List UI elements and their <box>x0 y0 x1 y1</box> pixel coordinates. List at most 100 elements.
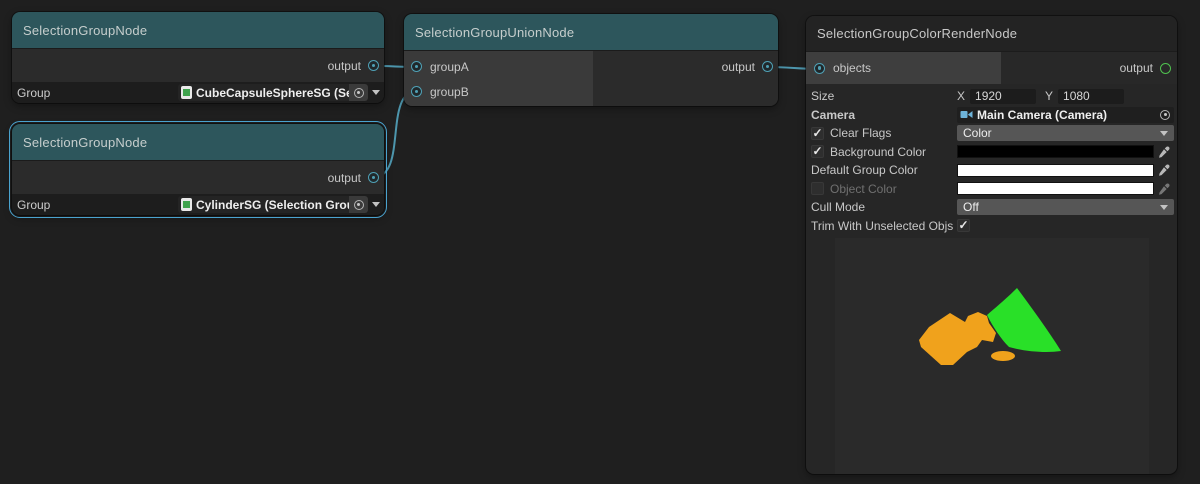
object-color-checkbox[interactable] <box>811 182 824 195</box>
output-port-row: output <box>1001 52 1177 84</box>
chevron-down-icon[interactable] <box>372 90 380 95</box>
preview-orange-blob <box>919 312 996 365</box>
clear-flags-checkbox[interactable]: ✓ <box>811 127 824 140</box>
node-selection-group-1[interactable]: SelectionGroupNode output Group CubeCaps… <box>12 12 384 103</box>
label-text: Object Color <box>830 182 897 196</box>
node-title: SelectionGroupUnionNode <box>415 25 574 40</box>
node-title: SelectionGroupNode <box>23 23 147 38</box>
cull-mode-control: Off <box>957 199 1174 215</box>
node-selection-group-union[interactable]: SelectionGroupUnionNode groupA groupB ou… <box>404 14 778 106</box>
node-header[interactable]: SelectionGroupUnionNode <box>404 14 778 51</box>
default-group-color-control <box>957 164 1174 177</box>
background-color-checkbox[interactable]: ✓ <box>811 145 824 158</box>
port-dot-icon <box>415 65 419 69</box>
node-selection-group-color-render[interactable]: SelectionGroupColorRenderNode objects ou… <box>806 16 1177 474</box>
chevron-down-icon[interactable] <box>372 202 380 207</box>
chevron-down-icon <box>1160 131 1168 136</box>
output-port-label: output <box>328 171 361 185</box>
trim-checkbox[interactable]: ✓ <box>957 219 970 232</box>
label-text: Camera <box>811 108 855 122</box>
object-picker-icon <box>354 200 364 210</box>
camera-control: Main Camera (Camera) <box>957 107 1174 123</box>
output-port-row: output <box>593 54 778 79</box>
node-title: SelectionGroupNode <box>23 135 147 150</box>
object-picker-icon <box>354 88 364 98</box>
groupA-input-port[interactable] <box>411 61 422 72</box>
groupB-port-row: groupB <box>404 79 593 104</box>
node-graph-canvas[interactable]: SelectionGroupNode output Group CubeCaps… <box>0 0 1200 484</box>
node-header[interactable]: SelectionGroupNode <box>12 12 384 49</box>
object-picker-icon[interactable] <box>1160 110 1170 120</box>
port-dot-icon <box>415 90 419 94</box>
object-color-label: Object Color <box>810 182 957 196</box>
size-x-input[interactable] <box>970 89 1036 104</box>
group-object-name: CubeCapsuleSphereSG (Sele <box>196 86 349 100</box>
trim-row: Trim With Unselected Objs ✓ <box>810 217 1174 236</box>
default-group-color-row: Default Group Color <box>810 161 1174 180</box>
output-port[interactable] <box>762 61 773 72</box>
node-header[interactable]: SelectionGroupNode <box>12 124 384 161</box>
selection-group-asset-icon <box>181 198 192 211</box>
objects-input-port[interactable] <box>814 63 825 74</box>
object-color-swatch[interactable] <box>957 182 1154 195</box>
ports-row: objects output <box>806 52 1177 84</box>
groupA-port-row: groupA <box>404 54 593 79</box>
background-color-swatch[interactable] <box>957 145 1154 158</box>
camera-row: Camera Main Camera (Camera) <box>810 106 1174 125</box>
union-node-body: groupA groupB output <box>404 51 778 106</box>
clear-flags-control: Color <box>957 125 1174 141</box>
groupB-input-port[interactable] <box>411 86 422 97</box>
clear-flags-dropdown[interactable]: Color <box>957 125 1174 141</box>
group-field-label: Group <box>17 86 50 100</box>
clear-flags-label: ✓ Clear Flags <box>810 126 957 140</box>
output-port[interactable] <box>368 60 379 71</box>
objects-port-band: objects <box>806 52 1001 84</box>
preview-green-cone <box>987 288 1061 352</box>
object-picker-button[interactable] <box>349 196 368 213</box>
node-selection-group-2[interactable]: SelectionGroupNode output Group Cylinder… <box>12 124 384 215</box>
eyedropper-icon[interactable] <box>1154 164 1174 176</box>
eyedropper-icon <box>1154 183 1174 195</box>
background-color-label: ✓ Background Color <box>810 145 957 159</box>
cull-mode-dropdown[interactable]: Off <box>957 199 1174 215</box>
port-dot-icon <box>372 64 376 68</box>
output-port-label: output <box>328 59 361 73</box>
chevron-down-icon <box>1160 205 1168 210</box>
camera-label: Camera <box>810 108 957 122</box>
default-group-color-label: Default Group Color <box>810 163 957 177</box>
trim-control: ✓ <box>957 219 1174 232</box>
objects-port-label: objects <box>833 61 871 75</box>
output-port[interactable] <box>368 172 379 183</box>
eyedropper-icon[interactable] <box>1154 146 1174 158</box>
size-y-label: Y <box>1045 89 1053 103</box>
object-picker-button[interactable] <box>349 84 368 101</box>
selection-group-asset-icon <box>181 86 192 99</box>
camera-object-field[interactable]: Main Camera (Camera) <box>957 107 1174 123</box>
object-color-row: Object Color <box>810 180 1174 199</box>
port-dot-icon <box>766 65 770 69</box>
group-field-row: Group CylinderSG (Selection Group <box>12 194 384 215</box>
checkmark-icon: ✓ <box>958 220 968 231</box>
node-title: SelectionGroupColorRenderNode <box>817 26 1017 41</box>
output-port-row: output <box>12 49 384 82</box>
input-ports-panel: groupA groupB <box>404 51 593 106</box>
size-y-input[interactable] <box>1058 89 1124 104</box>
clear-flags-row: ✓ Clear Flags Color <box>810 124 1174 143</box>
checkmark-icon: ✓ <box>812 128 822 139</box>
group-object-field[interactable]: CubeCapsuleSphereSG (Sele <box>178 84 368 101</box>
group-field-row: Group CubeCapsuleSphereSG (Sele <box>12 82 384 103</box>
group-object-name: CylinderSG (Selection Group <box>196 198 349 212</box>
group-object-field[interactable]: CylinderSG (Selection Group <box>178 196 368 213</box>
object-color-control <box>957 182 1174 195</box>
node-header[interactable]: SelectionGroupColorRenderNode <box>806 16 1177 52</box>
groupA-port-label: groupA <box>430 60 469 74</box>
checkmark-icon: ✓ <box>812 146 822 157</box>
label-text: Cull Mode <box>811 200 865 214</box>
default-group-color-swatch[interactable] <box>957 164 1154 177</box>
port-dot-icon <box>372 176 376 180</box>
render-preview <box>835 238 1149 474</box>
label-text: Background Color <box>830 145 926 159</box>
output-port-row: output <box>12 161 384 194</box>
output-port[interactable] <box>1160 63 1171 74</box>
size-row: Size X Y <box>810 87 1174 106</box>
